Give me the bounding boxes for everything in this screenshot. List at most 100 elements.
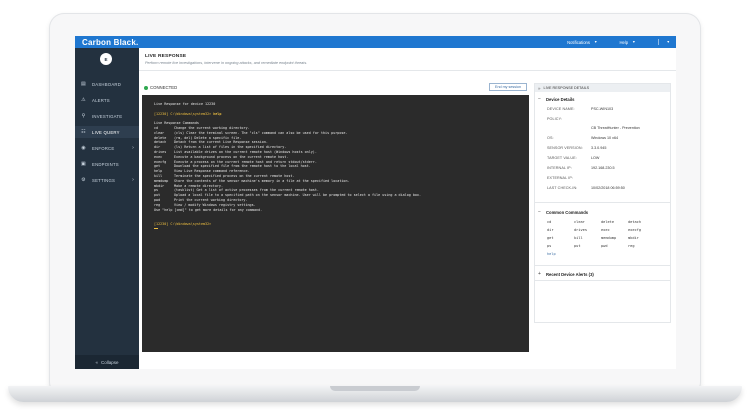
detail-value: CB ThreatHunter - Prevention <box>591 126 640 130</box>
sidebar-item-live-query[interactable]: ☷ LIVE QUERY <box>75 126 139 138</box>
settings-icon: ⚙ <box>81 177 86 183</box>
chevron-right-icon: › <box>132 145 134 151</box>
chevron-right-icon: › <box>132 177 134 183</box>
detail-key: TARGET VALUE: <box>547 156 577 160</box>
alerts-icon: ⚠ <box>81 97 86 103</box>
command-link[interactable]: exec <box>601 228 628 232</box>
dashboard-icon: ▤ <box>81 81 86 87</box>
app-screen: Carbon Black. Notifications ▼ Help ▼ ▼ E… <box>75 36 676 369</box>
sidebar-item-dashboard[interactable]: ▤ DASHBOARD <box>75 78 139 90</box>
endpoints-icon: ▣ <box>81 161 86 167</box>
command-link[interactable]: mkdir <box>628 236 655 240</box>
collapse-button[interactable]: « Collapse <box>75 355 139 369</box>
end-session-button[interactable]: End my session <box>489 83 527 91</box>
collapse-label: Collapse <box>101 359 119 365</box>
command-name: reg <box>154 202 161 207</box>
double-chevron-icon: » <box>538 85 541 91</box>
details-panel-header[interactable]: » LIVE RESPONSE DETAILS <box>535 84 670 92</box>
chevron-down-icon: ▼ <box>593 40 598 44</box>
command-link[interactable]: detach <box>628 220 655 224</box>
page-header: LIVE RESPONSE Perform remote live invest… <box>139 48 676 71</box>
help-menu[interactable]: Help <box>619 40 628 45</box>
detail-value: 3.3.0.945 <box>591 146 607 150</box>
detail-row-external-ip: EXTERNAL IP: <box>547 176 667 180</box>
terminal-prompt: [12230] C:\Windows\system32> <box>154 111 212 116</box>
command-link[interactable]: memdump <box>601 236 628 240</box>
command-description: View / modify Windows registry settings. <box>174 202 256 207</box>
detail-key: OS: <box>547 136 554 140</box>
sidebar-item-label: ENFORCE <box>92 145 115 151</box>
detail-key: EXTERNAL IP: <box>547 176 574 180</box>
user-menu-icon[interactable]: ▼ <box>667 40 670 44</box>
avatar[interactable]: E <box>100 53 112 65</box>
investigate-icon: ⚲ <box>81 113 86 119</box>
detail-value: PSC-WIN103 <box>591 107 614 111</box>
device-details-title: Device Details <box>546 96 575 102</box>
divider <box>657 39 659 45</box>
live-query-icon: ☷ <box>81 129 86 135</box>
divider <box>535 202 670 203</box>
sidebar: E ▤ DASHBOARD ⚠ ALERTS ⚲ INVESTIGATE ☷ L… <box>75 48 139 369</box>
sidebar-item-endpoints[interactable]: ▣ ENDPOINTS <box>75 158 139 170</box>
detail-row-last-check-in: LAST CHECK-IN: 10/02/2018 06:59:50 <box>547 186 667 190</box>
page-title: LIVE RESPONSE <box>145 54 187 59</box>
command-link[interactable]: delete <box>601 220 628 224</box>
sidebar-item-enforce[interactable]: ◉ ENFORCE › <box>75 142 139 154</box>
divider <box>535 265 670 266</box>
connection-status: CONNECTED <box>144 85 177 90</box>
terminal-prompt: [12230] C:\Windows\system32> <box>154 221 212 226</box>
sidebar-item-settings[interactable]: ⚙ SETTINGS › <box>75 174 139 186</box>
brand-logo[interactable]: Carbon Black. <box>75 38 145 47</box>
details-panel: » LIVE RESPONSE DETAILS − Device Details… <box>534 83 671 323</box>
chevron-down-icon: ▼ <box>632 40 636 44</box>
divider <box>535 280 670 281</box>
recent-alerts-toggle[interactable]: + Recent Device Alerts (3) <box>538 271 594 277</box>
collapse-minus-icon: − <box>538 96 541 102</box>
expand-plus-icon: + <box>538 271 541 277</box>
common-commands-toggle[interactable]: − Common Commands <box>538 209 588 215</box>
top-bar: Carbon Black. Notifications ▼ Help ▼ ▼ <box>75 36 676 48</box>
detail-key: INTERNAL IP: <box>547 166 572 170</box>
detail-value: Windows 10 x64 <box>591 136 619 140</box>
command-link[interactable]: ps <box>547 244 574 248</box>
detail-row-policy: POLICY: <box>547 117 667 121</box>
detail-row-internal-ip: INTERNAL IP: 192.168.230.5 <box>547 166 667 170</box>
command-link[interactable]: pwd <box>601 244 628 248</box>
detail-row-target-value: TARGET VALUE: LOW <box>547 156 667 160</box>
command-link[interactable]: kill <box>574 236 601 240</box>
status-label: CONNECTED <box>150 85 178 90</box>
command-link[interactable]: get <box>547 236 574 240</box>
command-link[interactable]: cd <box>547 220 574 224</box>
command-row: dir drives exec execfg <box>547 226 667 234</box>
detail-key: LAST CHECK-IN: <box>547 186 578 190</box>
command-link[interactable]: put <box>574 244 601 248</box>
sidebar-item-label: DASHBOARD <box>92 81 122 87</box>
terminal-cursor <box>154 228 158 230</box>
terminal[interactable]: Live Response for device 12230 [12230] C… <box>142 95 529 352</box>
command-row: cd clear delete detach <box>547 218 667 226</box>
detail-value: 10/02/2018 06:59:50 <box>591 186 625 190</box>
detail-key: SENSOR VERSION: <box>547 146 583 150</box>
sidebar-item-label: LIVE QUERY <box>92 129 120 135</box>
help-link[interactable]: help <box>547 250 667 258</box>
notifications-menu[interactable]: Notifications <box>567 40 590 45</box>
sidebar-item-alerts[interactable]: ⚠ ALERTS <box>75 94 139 106</box>
command-link[interactable]: execfg <box>628 228 655 232</box>
detail-key: DEVICE NAME: <box>547 107 575 111</box>
terminal-command: help <box>213 111 222 116</box>
detail-key <box>547 126 591 130</box>
detail-row-sensor-version: SENSOR VERSION: 3.3.0.945 <box>547 146 667 150</box>
command-list: cd Change the current working directory. c… <box>154 126 529 208</box>
device-details-toggle[interactable]: − Device Details <box>538 96 574 102</box>
sidebar-item-investigate[interactable]: ⚲ INVESTIGATE <box>75 110 139 122</box>
detail-value: 192.168.230.5 <box>591 166 615 170</box>
sidebar-item-label: SETTINGS <box>92 177 116 183</box>
sidebar-item-label: ENDPOINTS <box>92 161 119 167</box>
command-link[interactable]: dir <box>547 228 574 232</box>
collapse-minus-icon: − <box>538 209 541 215</box>
page-subtitle: Perform remote live investigations, inte… <box>145 61 308 65</box>
command-link[interactable]: clear <box>574 220 601 224</box>
command-link[interactable]: reg <box>628 244 655 248</box>
command-link[interactable]: drives <box>574 228 601 232</box>
detail-row-os: OS: Windows 10 x64 <box>547 136 667 140</box>
